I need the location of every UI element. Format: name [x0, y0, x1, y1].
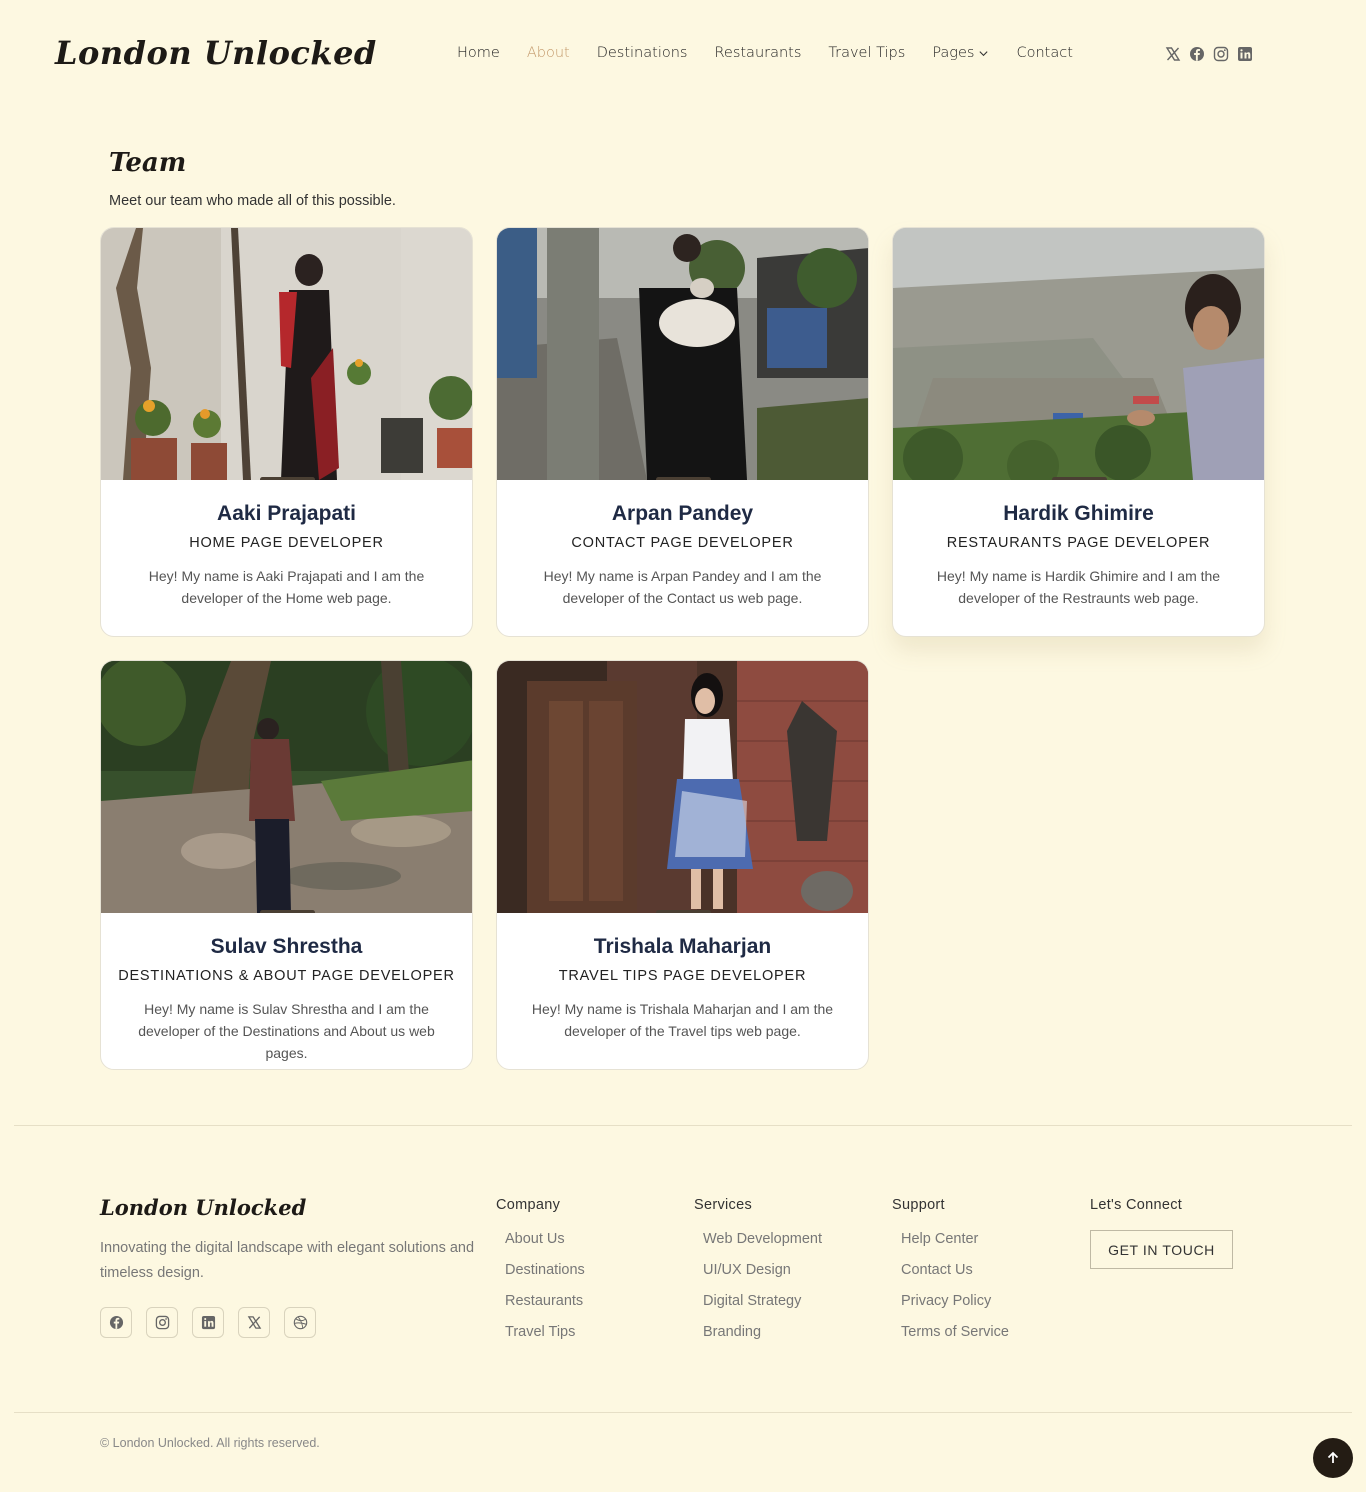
footer-description: Innovating the digital landscape with el… — [100, 1240, 475, 1281]
x-icon[interactable] — [1165, 46, 1181, 62]
member-bio: Hey! My name is Sulav Shrestha and I am … — [138, 1001, 435, 1061]
instagram-icon[interactable] — [1213, 46, 1229, 62]
member-name: Sulav Shrestha — [210, 935, 363, 958]
copyright-divider — [14, 1412, 1352, 1413]
nav-pages-label: Pages — [932, 45, 975, 61]
member-role: RESTAURANTS PAGE DEVELOPER — [946, 535, 1211, 551]
member-bio: Hey! My name is Hardik Ghimire and I am … — [936, 568, 1221, 606]
site-header: London Unlocked Home About Destinations … — [0, 0, 1366, 110]
nav-contact[interactable]: Contact — [1016, 45, 1072, 61]
dribbble-icon[interactable] — [284, 1307, 316, 1338]
main-nav: Home About Destinations Restaurants Trav… — [457, 45, 1073, 61]
member-role: TRAVEL TIPS PAGE DEVELOPER — [558, 968, 807, 984]
member-bio: Hey! My name is Trishala Maharjan and I … — [531, 1001, 834, 1039]
footer-divider — [14, 1125, 1352, 1126]
footer-link-digital-strategy[interactable]: Digital Strategy — [703, 1293, 822, 1312]
member-role: DESTINATIONS & ABOUT PAGE DEVELOPER — [118, 968, 455, 984]
footer-link-uiux-design[interactable]: UI/UX Design — [703, 1262, 822, 1281]
team-card: Sulav Shrestha DESTINATIONS & ABOUT PAGE… — [100, 660, 473, 1070]
nav-about[interactable]: About — [527, 45, 570, 61]
footer-link-restaurants[interactable]: Restaurants — [505, 1293, 585, 1312]
footer-link-about-us[interactable]: About Us — [505, 1231, 585, 1250]
footer-link-branding[interactable]: Branding — [703, 1324, 822, 1343]
get-in-touch-button[interactable]: GET IN TOUCH — [1090, 1230, 1233, 1269]
copyright-text: © London Unlocked. All rights reserved. — [100, 1436, 320, 1450]
footer-col-support: Support Help Center Contact Us Privacy P… — [892, 1197, 1009, 1355]
member-name: Hardik Ghimire — [1003, 502, 1154, 525]
scroll-to-top-button[interactable] — [1313, 1438, 1353, 1478]
footer-col-services: Services Web Development UI/UX Design Di… — [694, 1197, 822, 1355]
footer-social-links — [100, 1307, 316, 1338]
footer-logo[interactable]: London Unlocked — [100, 1195, 306, 1220]
header-social-links — [1165, 46, 1253, 62]
nav-restaurants[interactable]: Restaurants — [714, 45, 801, 61]
nav-pages[interactable]: Pages — [932, 45, 989, 61]
footer-link-terms-of-service[interactable]: Terms of Service — [901, 1324, 1009, 1343]
member-name: Trishala Maharjan — [593, 935, 772, 958]
member-photo — [497, 228, 868, 480]
nav-travel-tips[interactable]: Travel Tips — [828, 45, 905, 61]
linkedin-icon[interactable] — [192, 1307, 224, 1338]
member-name: Aaki Prajapati — [217, 502, 356, 525]
team-card: Trishala Maharjan TRAVEL TIPS PAGE DEVEL… — [496, 660, 869, 1070]
team-card: Hardik Ghimire RESTAURANTS PAGE DEVELOPE… — [892, 227, 1265, 637]
footer-link-destinations[interactable]: Destinations — [505, 1262, 585, 1281]
footer-link-travel-tips[interactable]: Travel Tips — [505, 1324, 585, 1343]
facebook-icon[interactable] — [100, 1307, 132, 1338]
nav-home[interactable]: Home — [457, 45, 500, 61]
member-bio: Hey! My name is Aaki Prajapati and I am … — [148, 568, 425, 606]
photo-accent-bar — [260, 910, 315, 913]
footer-col-title: Company — [496, 1197, 561, 1213]
arrow-up-icon — [1327, 1451, 1339, 1463]
footer-col-company: Company About Us Destinations Restaurant… — [496, 1197, 585, 1355]
linkedin-icon[interactable] — [1237, 46, 1253, 62]
facebook-icon[interactable] — [1189, 46, 1205, 62]
photo-accent-bar — [656, 477, 711, 480]
footer-col-title: Support — [892, 1197, 945, 1213]
instagram-icon[interactable] — [146, 1307, 178, 1338]
member-photo — [497, 661, 868, 913]
member-photo — [893, 228, 1264, 480]
team-card: Aaki Prajapati HOME PAGE DEVELOPER Hey! … — [100, 227, 473, 637]
nav-destinations[interactable]: Destinations — [597, 45, 688, 61]
photo-accent-bar — [260, 477, 315, 480]
photo-accent-bar — [656, 910, 711, 913]
member-photo — [101, 228, 472, 480]
footer-link-help-center[interactable]: Help Center — [901, 1231, 1009, 1250]
team-card: Arpan Pandey CONTACT PAGE DEVELOPER Hey!… — [496, 227, 869, 637]
chevron-down-icon — [979, 50, 989, 56]
footer-col-title: Services — [694, 1197, 752, 1213]
footer-link-contact-us[interactable]: Contact Us — [901, 1262, 1009, 1281]
team-title: Team — [109, 148, 187, 178]
member-role: CONTACT PAGE DEVELOPER — [571, 535, 794, 551]
x-icon[interactable] — [238, 1307, 270, 1338]
footer-link-privacy-policy[interactable]: Privacy Policy — [901, 1293, 1009, 1312]
member-name: Arpan Pandey — [611, 502, 754, 525]
member-role: HOME PAGE DEVELOPER — [189, 535, 384, 551]
footer-col-connect: Let's Connect GET IN TOUCH — [1090, 1197, 1233, 1269]
site-logo[interactable]: London Unlocked — [55, 34, 377, 72]
footer-col-title: Let's Connect — [1090, 1197, 1183, 1213]
team-subtitle: Meet our team who made all of this possi… — [109, 193, 396, 209]
member-bio: Hey! My name is Arpan Pandey and I am th… — [543, 568, 822, 606]
member-photo — [101, 661, 472, 913]
photo-accent-bar — [1052, 477, 1107, 480]
footer-link-web-development[interactable]: Web Development — [703, 1231, 822, 1250]
